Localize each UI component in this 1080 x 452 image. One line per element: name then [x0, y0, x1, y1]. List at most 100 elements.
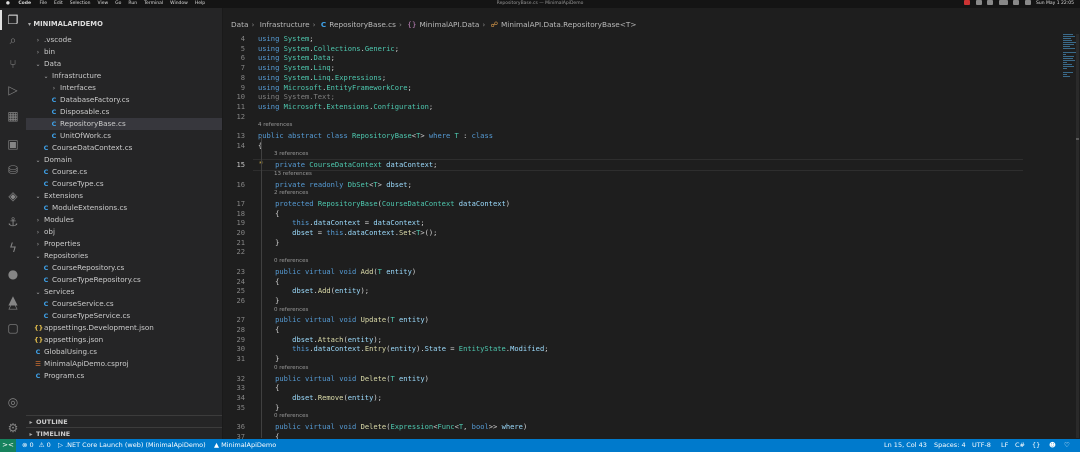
file-item[interactable]: C DatabaseFactory.cs: [26, 94, 222, 106]
breadcrumb-file[interactable]: RepositoryBase.cs: [329, 20, 396, 29]
file-item[interactable]: {}appsettings.Development.json: [26, 322, 222, 334]
folder-item[interactable]: ⌄ Services: [26, 286, 222, 298]
files-icon[interactable]: ❐: [0, 10, 21, 30]
breadcrumb-data[interactable]: Data: [231, 20, 248, 29]
codelens-references[interactable]: 0 references: [274, 365, 308, 371]
code-line[interactable]: using Microsoft.EntityFrameworkCore;: [258, 83, 412, 92]
code-line[interactable]: this.dataContext = dataContext;: [258, 218, 424, 227]
code-line[interactable]: public virtual void Delete(T entity): [258, 374, 429, 383]
code-line[interactable]: dbset = this.dataContext.Set<T>();: [258, 228, 437, 237]
codelens-references[interactable]: 3 references: [274, 151, 308, 157]
code-line[interactable]: public abstract class RepositoryBase<T> …: [258, 131, 493, 140]
clock[interactable]: Sun May 1 22:05: [1036, 1, 1074, 6]
folder-item[interactable]: › .vscode: [26, 34, 222, 46]
cursor-position[interactable]: Ln 15, Col 43: [884, 439, 927, 452]
code-view[interactable]: 4 using System; 5 using System.Collections.…: [223, 34, 1053, 441]
codelens-references[interactable]: 0 references: [274, 413, 308, 419]
vertical-scrollbar[interactable]: [1076, 34, 1079, 438]
file-item[interactable]: C CourseType.cs: [26, 178, 222, 190]
code-line[interactable]: private CourseDataContext dataContext;: [258, 160, 437, 169]
code-line[interactable]: dbset.Remove(entity);: [258, 393, 382, 402]
code-line[interactable]: using System.Linq;: [258, 63, 335, 72]
code-line[interactable]: using System.Data;: [258, 53, 335, 62]
file-item[interactable]: C CourseDataContext.cs: [26, 142, 222, 154]
line-ending[interactable]: LF: [1001, 439, 1008, 452]
code-line[interactable]: public virtual void Update(T entity): [258, 315, 429, 324]
code-line[interactable]: protected RepositoryBase(CourseDataConte…: [258, 199, 510, 208]
code-line[interactable]: dbset.Add(entity);: [258, 286, 369, 295]
file-item[interactable]: C Program.cs: [26, 370, 222, 382]
code-line[interactable]: dbset.Attach(entity);: [258, 335, 382, 344]
code-line[interactable]: public virtual void Add(T entity): [258, 267, 416, 276]
code-line[interactable]: using System.Text;: [258, 92, 335, 101]
battery-icon[interactable]: [998, 0, 1008, 5]
file-item[interactable]: C ModuleExtensions.cs: [26, 202, 222, 214]
remote-explorer-icon[interactable]: ▣: [5, 136, 21, 152]
search-icon[interactable]: [1013, 0, 1020, 5]
folder-item[interactable]: › Interfaces: [26, 82, 222, 94]
folder-item[interactable]: › Properties: [26, 238, 222, 250]
launch-config[interactable]: ▷ .NET Core Launch (web) (MinimalApiDemo…: [58, 439, 206, 452]
file-item[interactable]: {}appsettings.json: [26, 334, 222, 346]
code-line[interactable]: using System.Linq.Expressions;: [258, 73, 386, 82]
database-icon[interactable]: ⛁: [5, 162, 21, 178]
control-center-icon[interactable]: [1024, 0, 1031, 5]
problems-indicator[interactable]: ⊗ 0 ⚠ 0: [22, 439, 51, 452]
run-debug-icon[interactable]: ▷: [5, 82, 21, 98]
code-line[interactable]: using System;: [258, 34, 314, 43]
search-icon[interactable]: ⌕: [5, 32, 21, 48]
bell-icon[interactable]: ♡: [1064, 439, 1070, 452]
codelens-references[interactable]: 0 references: [274, 258, 308, 264]
encoding[interactable]: UTF-8: [972, 439, 991, 452]
file-item[interactable]: C Disposable.cs: [26, 106, 222, 118]
docker-icon[interactable]: ⚓: [5, 214, 21, 230]
wifi-icon[interactable]: [987, 0, 994, 5]
record-icon[interactable]: [964, 0, 971, 5]
extensions-icon[interactable]: ▦: [5, 108, 21, 124]
azure-icon[interactable]: △: [5, 296, 21, 312]
file-item[interactable]: C CourseTypeRepository.cs: [26, 274, 222, 286]
language-mode[interactable]: C#: [1015, 439, 1025, 452]
tabs-icon[interactable]: ▢: [5, 320, 21, 336]
minimap[interactable]: [1063, 34, 1077, 82]
accounts-icon[interactable]: ◎: [5, 394, 21, 410]
project-header[interactable]: ▾ MINIMALAPIDEMO: [28, 19, 103, 29]
code-line[interactable]: public virtual void Delete(Expression<Fu…: [258, 422, 527, 431]
folder-item[interactable]: ⌄ Repositories: [26, 250, 222, 262]
dropbox-icon[interactable]: [975, 0, 982, 5]
codelens-references[interactable]: 0 references: [274, 307, 308, 313]
breadcrumb-infrastructure[interactable]: Infrastructure: [260, 20, 310, 29]
codelens-references[interactable]: 2 references: [274, 190, 308, 196]
settings-gear-icon[interactable]: ⚙: [5, 420, 21, 436]
folder-item[interactable]: ⌄ Data: [26, 58, 222, 70]
code-line[interactable]: using System.Collections.Generic;: [258, 44, 399, 53]
folder-item[interactable]: › Modules: [26, 214, 222, 226]
file-item[interactable]: C CourseService.cs: [26, 298, 222, 310]
code-line[interactable]: this.dataContext.Entry(entity).State = E…: [258, 344, 548, 353]
folder-item[interactable]: ⌄ Infrastructure: [26, 70, 222, 82]
github-icon[interactable]: ●: [5, 266, 21, 282]
file-item[interactable]: C UnitOfWork.cs: [26, 130, 222, 142]
folder-item[interactable]: › bin: [26, 46, 222, 58]
folder-item[interactable]: ⌄ Extensions: [26, 190, 222, 202]
codelens-references[interactable]: 4 references: [258, 122, 292, 128]
folder-item[interactable]: › obj: [26, 226, 222, 238]
source-control-icon[interactable]: ⑂: [5, 56, 21, 72]
code-line[interactable]: using Microsoft.Extensions.Configuration…: [258, 102, 433, 111]
file-item[interactable]: ☰ MinimalApiDemo.csproj: [26, 358, 222, 370]
file-item[interactable]: C GlobalUsing.cs: [26, 346, 222, 358]
indentation[interactable]: Spaces: 4: [934, 439, 966, 452]
azure-functions-icon[interactable]: ϟ: [5, 240, 21, 256]
file-item[interactable]: C RepositoryBase.cs: [26, 118, 222, 130]
codelens-references[interactable]: 13 references: [274, 171, 312, 177]
file-item[interactable]: C CourseRepository.cs: [26, 262, 222, 274]
feedback-icon[interactable]: ☻: [1049, 439, 1056, 452]
project-indicator[interactable]: ▲ MinimalApiDemo: [214, 439, 276, 452]
breadcrumb-class[interactable]: MinimalAPI.Data.RepositoryBase<T>: [501, 20, 636, 29]
code-line[interactable]: private readonly DbSet<T> dbset;: [258, 180, 412, 189]
layers-icon[interactable]: ◈: [5, 188, 21, 204]
breadcrumb-namespace[interactable]: MinimalAPI.Data: [419, 20, 479, 29]
file-item[interactable]: C CourseTypeService.cs: [26, 310, 222, 322]
folder-item[interactable]: ⌄ Domain: [26, 154, 222, 166]
remote-indicator-icon[interactable]: ><: [0, 439, 16, 452]
